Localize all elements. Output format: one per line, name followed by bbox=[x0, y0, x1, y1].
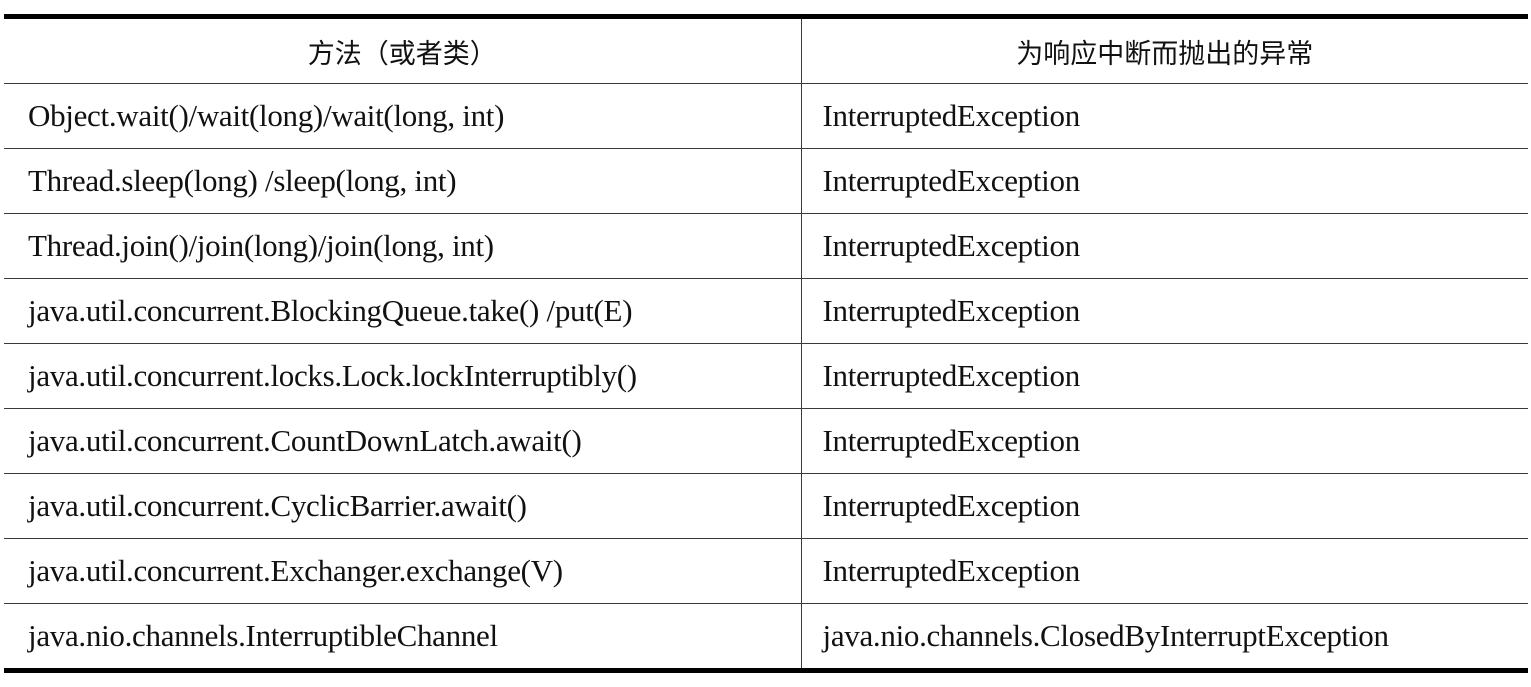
method-cell: java.util.concurrent.BlockingQueue.take(… bbox=[4, 278, 801, 344]
exception-cell: java.nio.channels.ClosedByInterruptExcep… bbox=[800, 603, 1528, 671]
method-cell: java.util.concurrent.CyclicBarrier.await… bbox=[4, 473, 801, 539]
table-row: java.util.concurrent.CyclicBarrier.await… bbox=[4, 473, 1528, 539]
exception-cell: InterruptedException bbox=[800, 278, 1528, 344]
exception-cell: InterruptedException bbox=[800, 408, 1528, 474]
interrupt-methods-table: 方法（或者类） 为响应中断而抛出的异常 Object.wait()/wait(l… bbox=[4, 14, 1528, 673]
exception-cell: InterruptedException bbox=[800, 343, 1528, 409]
column-header-exception: 为响应中断而抛出的异常 bbox=[800, 16, 1528, 84]
table-row: java.util.concurrent.locks.Lock.lockInte… bbox=[4, 343, 1528, 409]
exception-cell: InterruptedException bbox=[800, 213, 1528, 279]
exception-cell: InterruptedException bbox=[800, 473, 1528, 539]
table-row: Thread.sleep(long) /sleep(long, int) Int… bbox=[4, 148, 1528, 214]
method-cell: Object.wait()/wait(long)/wait(long, int) bbox=[4, 83, 801, 149]
exception-cell: InterruptedException bbox=[800, 83, 1528, 149]
method-cell: java.nio.channels.InterruptibleChannel bbox=[28, 618, 498, 653]
method-cell: Thread.sleep(long) /sleep(long, int) bbox=[4, 148, 801, 214]
table-row: java.util.concurrent.Exchanger.exchange(… bbox=[4, 538, 1528, 604]
table-row: java.util.concurrent.BlockingQueue.take(… bbox=[4, 278, 1528, 344]
method-cell: java.util.concurrent.locks.Lock.lockInte… bbox=[4, 343, 801, 409]
table-header-row: 方法（或者类） 为响应中断而抛出的异常 bbox=[4, 16, 1528, 84]
method-cell: Thread.join()/join(long)/join(long, int) bbox=[4, 213, 801, 279]
method-cell: java.util.concurrent.Exchanger.exchange(… bbox=[4, 538, 801, 604]
table-row: java.util.concurrent.CountDownLatch.awai… bbox=[4, 408, 1528, 474]
method-cell: java.util.concurrent.CountDownLatch.awai… bbox=[4, 408, 801, 474]
exception-cell: InterruptedException bbox=[800, 148, 1528, 214]
exception-cell: InterruptedException bbox=[800, 538, 1528, 604]
table-row: Thread.join()/join(long)/join(long, int)… bbox=[4, 213, 1528, 279]
table-row: java.nio.channels.InterruptibleChannel j… bbox=[4, 603, 1528, 671]
column-header-method: 方法（或者类） bbox=[4, 16, 801, 84]
table-row: Object.wait()/wait(long)/wait(long, int)… bbox=[4, 83, 1528, 149]
